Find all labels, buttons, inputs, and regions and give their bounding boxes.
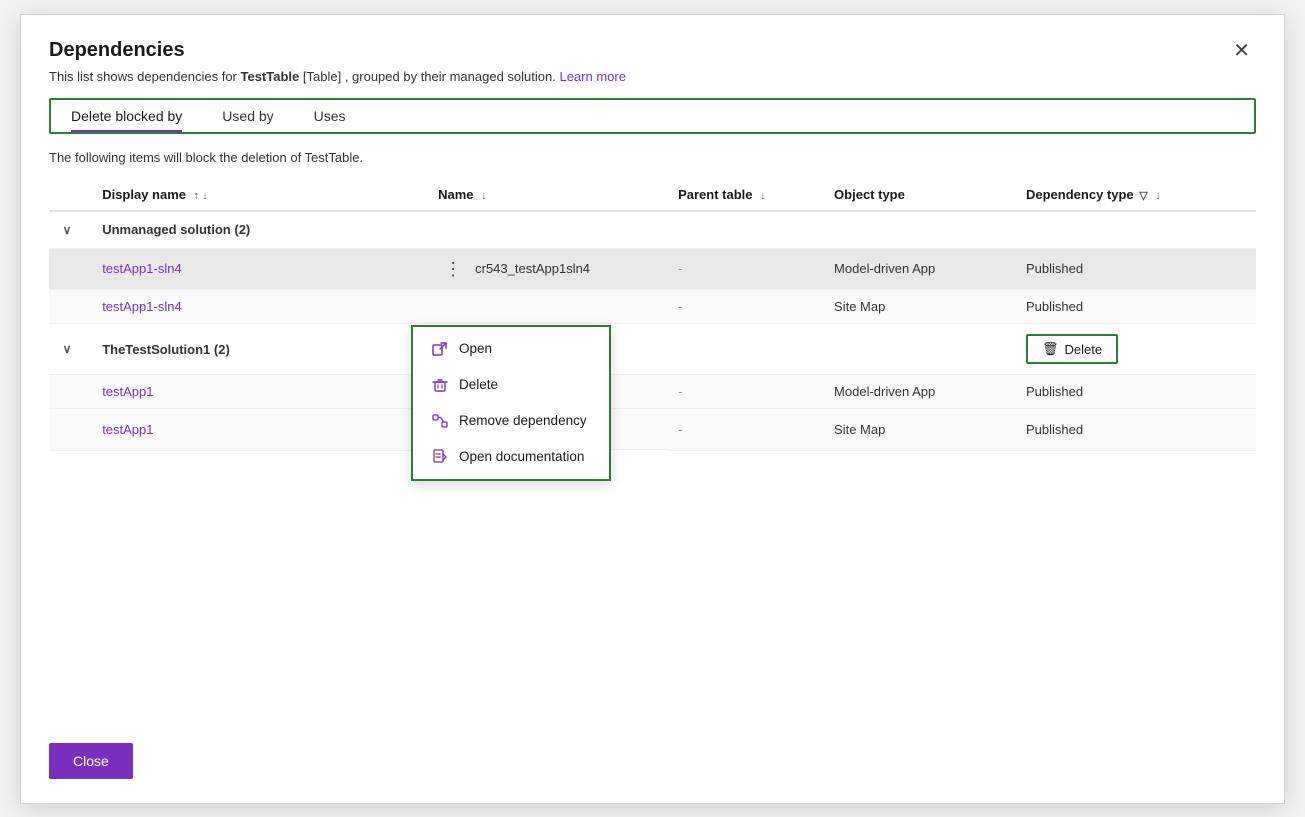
table-row: testApp1 - Model-driven App Published [49, 375, 1256, 409]
row2-expand-cell [49, 290, 92, 324]
row2-name [428, 290, 668, 324]
table-row: testApp1-sln4 ⋮ cr543_testApp1sln4 - Mod… [49, 248, 1256, 290]
col-object-header: Object type [824, 179, 1016, 211]
context-open-label: Open [459, 341, 492, 356]
context-item-remove-dep[interactable]: Remove dependency [413, 403, 609, 439]
row3-display-link[interactable]: testApp1 [102, 384, 153, 399]
col-name-label: Name [438, 187, 473, 202]
row3-expand-cell [49, 375, 92, 409]
tabs-container: Delete blocked by Used by Uses [49, 98, 1256, 134]
group-unmanaged: ∨ Unmanaged solution (2) [49, 211, 1256, 249]
row2-display: testApp1-sln4 [92, 290, 428, 324]
row3-parent: - [668, 375, 824, 409]
row1-dep-type: Published [1016, 248, 1256, 290]
context-remove-dep-label: Remove dependency [459, 413, 587, 428]
context-delete-label: Delete [459, 377, 498, 392]
display-sort-icon[interactable]: ↑ ↓ [194, 190, 208, 202]
group-thetest: ∨ TheTestSolution1 (2) 🗑 Delete [49, 324, 1256, 375]
col-expand-header [49, 179, 92, 211]
table-row: testApp1 ⋮ testApp1 - Site Map Published [49, 409, 1256, 451]
row4-display-link[interactable]: testApp1 [102, 422, 153, 437]
group-unmanaged-label: Unmanaged solution (2) [92, 211, 1256, 249]
row2-dep-type: Published [1016, 290, 1256, 324]
col-object-label: Object type [834, 187, 905, 202]
row4-dep-type: Published [1016, 409, 1256, 451]
dialog-title: Dependencies [49, 39, 185, 62]
row1-parent: - [668, 248, 824, 290]
open-doc-icon [431, 448, 449, 466]
group-thetest-expand[interactable]: ∨ [49, 324, 92, 375]
row3-dep-type: Published [1016, 375, 1256, 409]
row3-object-type: Model-driven App [824, 375, 1016, 409]
row4-expand-cell [49, 409, 92, 451]
parent-sort-icon[interactable]: ↓ [760, 190, 766, 202]
chevron-unmanaged[interactable]: ∨ [59, 222, 75, 238]
block-message: The following items will block the delet… [49, 150, 1256, 165]
context-menu: Open Delete [411, 325, 611, 481]
row4-object-type: Site Map [824, 409, 1016, 451]
context-item-open[interactable]: Open [413, 331, 609, 367]
dependencies-table-container: Display name ↑ ↓ Name ↓ Parent table ↓ O… [49, 179, 1256, 719]
delete-label: Delete [1065, 342, 1103, 357]
group-thetest-delete-button[interactable]: 🗑 Delete [1026, 334, 1118, 364]
learn-more-link[interactable]: Learn more [559, 69, 625, 84]
col-dep-header[interactable]: Dependency type ▽ ↓ [1016, 179, 1256, 211]
dep-filter-icon[interactable]: ▽ [1139, 189, 1147, 202]
row1-more-cell: ⋮ cr543_testApp1sln4 [428, 249, 668, 290]
table-row: testApp1-sln4 - Site Map Published [49, 290, 1256, 324]
group-thetest-delete-cell: 🗑 Delete [1016, 324, 1256, 375]
dep-sort-icon[interactable]: ↓ [1155, 190, 1161, 202]
tab-delete-blocked-by[interactable]: Delete blocked by [51, 100, 202, 132]
context-item-delete[interactable]: Delete [413, 367, 609, 403]
col-name-header[interactable]: Name ↓ [428, 179, 668, 211]
col-display-label: Display name [102, 187, 186, 202]
row1-expand-cell [49, 248, 92, 290]
subtitle-prefix: This list shows dependencies for [49, 69, 240, 84]
dialog-header: Dependencies ✕ [49, 39, 1256, 63]
context-item-open-doc[interactable]: Open documentation [413, 439, 609, 475]
col-parent-label: Parent table [678, 187, 752, 202]
dependencies-dialog: Dependencies ✕ This list shows dependenc… [20, 14, 1285, 804]
row2-parent: - [668, 290, 824, 324]
close-footer-button[interactable]: Close [49, 743, 133, 779]
dialog-subtitle: This list shows dependencies for TestTab… [49, 69, 1256, 84]
row1-display: testApp1-sln4 [92, 248, 428, 290]
tab-used-by[interactable]: Used by [202, 100, 293, 132]
row1-object-type: Model-driven App [824, 248, 1016, 290]
dependencies-table: Display name ↑ ↓ Name ↓ Parent table ↓ O… [49, 179, 1256, 451]
col-parent-header[interactable]: Parent table ↓ [668, 179, 824, 211]
row2-object-type: Site Map [824, 290, 1016, 324]
row1-display-link[interactable]: testApp1-sln4 [102, 261, 182, 276]
row2-display-link[interactable]: testApp1-sln4 [102, 299, 182, 314]
col-dep-label: Dependency type [1026, 187, 1134, 202]
context-open-doc-label: Open documentation [459, 449, 584, 464]
entity-type: [Table] [303, 69, 341, 84]
row1-more-button[interactable]: ⋮ [438, 258, 469, 280]
dialog-footer: Close [49, 743, 1256, 779]
row1-name: cr543_testApp1sln4 [475, 261, 590, 276]
table-header-row: Display name ↑ ↓ Name ↓ Parent table ↓ O… [49, 179, 1256, 211]
col-display-header[interactable]: Display name ↑ ↓ [92, 179, 428, 211]
group-unmanaged-expand[interactable]: ∨ [49, 211, 92, 249]
chevron-thetest[interactable]: ∨ [59, 341, 75, 357]
row3-display: testApp1 [92, 375, 428, 409]
row4-display: testApp1 [92, 409, 428, 451]
delete-icon: 🗑 [1042, 341, 1059, 357]
remove-dep-icon [431, 412, 449, 430]
tab-uses[interactable]: Uses [294, 100, 366, 132]
entity-name: TestTable [240, 69, 299, 84]
dialog-close-button[interactable]: ✕ [1227, 39, 1256, 63]
open-icon [431, 340, 449, 358]
subtitle-suffix: , grouped by their managed solution. [345, 69, 556, 84]
delete-context-icon [431, 376, 449, 394]
name-sort-icon[interactable]: ↓ [481, 190, 487, 202]
row4-parent: - [668, 409, 824, 451]
